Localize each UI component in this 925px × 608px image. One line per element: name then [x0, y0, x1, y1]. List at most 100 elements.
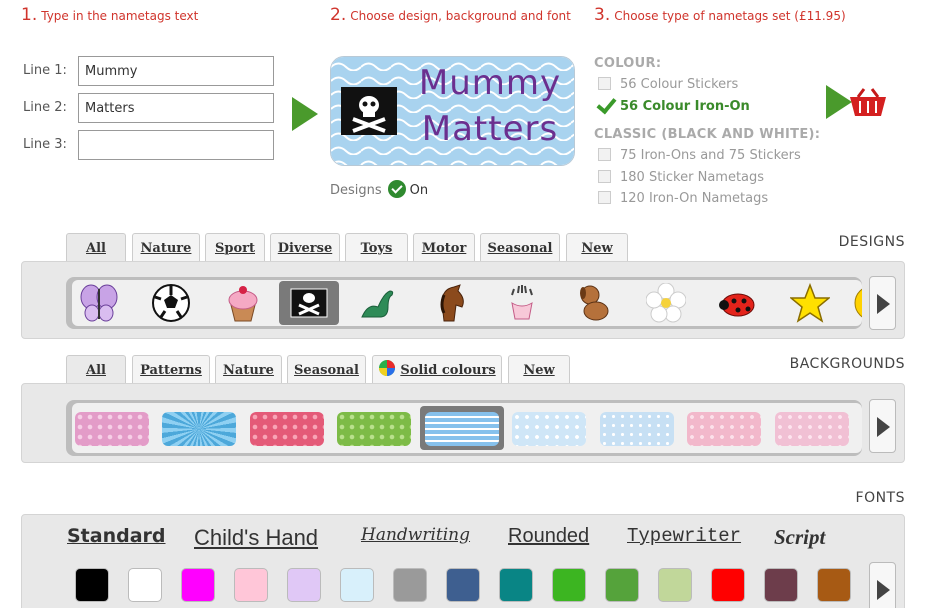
design-tab-motor[interactable]: Motor	[413, 233, 475, 263]
font-childs-hand[interactable]: Child's Hand	[194, 525, 318, 551]
design-pirate-flag[interactable]	[279, 281, 339, 325]
option-75-iron-ons-stickers[interactable]: 75 Iron-Ons and 75 Stickers	[598, 148, 801, 163]
background-tab-solid-colours[interactable]: Solid colours	[372, 355, 502, 385]
font-colour-swatch[interactable]	[552, 568, 586, 602]
background-blue-rays[interactable]	[162, 412, 236, 446]
design-dinosaur[interactable]	[348, 281, 408, 325]
option-56-colour-stickers[interactable]: 56 Colour Stickers	[598, 77, 738, 92]
design-smiley[interactable]	[842, 281, 862, 325]
line-2-label: Line 2:	[23, 100, 67, 115]
checkbox-icon	[598, 148, 611, 161]
background-pale-pink-hearts[interactable]	[687, 412, 761, 446]
design-tab-toys[interactable]: Toys	[345, 233, 408, 263]
step-2-heading: 2. Choose design, background and font	[330, 5, 571, 25]
background-tab-patterns[interactable]: Patterns	[132, 355, 210, 385]
designs-panel	[21, 261, 905, 339]
font-colour-swatch[interactable]	[658, 568, 692, 602]
font-colour-swatch[interactable]	[393, 568, 427, 602]
background-green-dots[interactable]	[337, 412, 411, 446]
font-colour-swatch[interactable]	[764, 568, 798, 602]
font-colour-swatch[interactable]	[181, 568, 215, 602]
background-tab-new[interactable]: New	[508, 355, 570, 385]
background-pink-hearts[interactable]	[75, 412, 149, 446]
fonts-next-button[interactable]	[869, 562, 896, 608]
cupcake-icon	[228, 286, 258, 322]
step-1-heading: 1. Type in the nametags text	[21, 5, 199, 25]
font-standard[interactable]: Standard	[67, 525, 166, 547]
font-colour-swatch[interactable]	[817, 568, 851, 602]
designs-strip	[66, 277, 862, 329]
checkbox-icon	[598, 191, 611, 204]
backgrounds-title: BACKGROUNDS	[789, 356, 905, 372]
line-3-input[interactable]	[78, 130, 274, 160]
checkbox-icon	[598, 170, 611, 183]
horse-icon	[440, 284, 464, 322]
backgrounds-strip	[66, 400, 862, 456]
option-180-sticker-nametags[interactable]: 180 Sticker Nametags	[598, 170, 764, 185]
font-typewriter[interactable]: Typewriter	[627, 525, 741, 547]
font-colour-swatch[interactable]	[340, 568, 374, 602]
design-tab-all[interactable]: All	[66, 233, 126, 263]
pirate-flag-icon	[341, 87, 397, 135]
checkmark-icon	[595, 98, 615, 112]
font-colour-swatch[interactable]	[711, 568, 745, 602]
arrow-right-icon	[292, 97, 318, 131]
design-football[interactable]	[141, 281, 201, 325]
design-butterfly[interactable]	[69, 281, 129, 325]
crown-icon	[511, 285, 533, 320]
background-tab-nature[interactable]: Nature	[215, 355, 282, 385]
design-tab-diverse[interactable]: Diverse	[270, 233, 340, 263]
background-pale-blue-dots[interactable]	[600, 412, 674, 446]
background-blue-waves[interactable]	[425, 412, 499, 446]
font-colour-swatch[interactable]	[128, 568, 162, 602]
design-horse[interactable]	[420, 281, 480, 325]
butterfly-icon	[80, 284, 118, 322]
line-2-input[interactable]	[78, 93, 274, 123]
design-tab-sport[interactable]: Sport	[205, 233, 265, 263]
line-1-label: Line 1:	[23, 63, 67, 78]
ladybird-icon	[719, 293, 755, 317]
add-to-basket-button[interactable]	[826, 84, 888, 120]
design-cupcake[interactable]	[213, 281, 273, 325]
font-colour-swatch[interactable]	[446, 568, 480, 602]
design-crown[interactable]	[492, 281, 552, 325]
font-colour-swatch[interactable]	[287, 568, 321, 602]
designs-next-button[interactable]	[869, 276, 896, 330]
design-tab-new[interactable]: New	[566, 233, 628, 263]
design-star[interactable]	[780, 281, 840, 325]
star-icon	[790, 283, 830, 323]
backgrounds-panel	[21, 383, 905, 463]
nametag-preview: Mummy Matters	[330, 56, 575, 166]
step-3-heading: 3. Choose type of nametags set (£11.95)	[594, 5, 846, 25]
font-handwriting[interactable]: Handwriting	[361, 525, 470, 545]
background-soft-pink[interactable]	[775, 412, 849, 446]
background-light-blue-dots[interactable]	[512, 412, 586, 446]
font-colour-swatch[interactable]	[234, 568, 268, 602]
dinosaur-icon	[361, 290, 394, 318]
design-dog[interactable]	[564, 281, 624, 325]
option-120-iron-on-nametags[interactable]: 120 Iron-On Nametags	[598, 191, 768, 206]
smiley-icon	[854, 288, 862, 318]
line-1-input[interactable]	[78, 56, 274, 86]
background-tab-seasonal[interactable]: Seasonal	[287, 355, 366, 385]
design-tab-nature[interactable]: Nature	[132, 233, 200, 263]
design-flower[interactable]	[636, 281, 696, 325]
designs-toggle[interactable]: Designs On	[330, 180, 428, 198]
dog-icon	[580, 285, 609, 321]
font-colour-swatch[interactable]	[75, 568, 109, 602]
checkbox-icon	[598, 77, 611, 90]
basket-icon	[850, 88, 886, 116]
pirate-flag-icon	[290, 288, 328, 318]
font-script[interactable]: Script	[774, 525, 825, 550]
background-tab-all[interactable]: All	[66, 355, 126, 385]
background-red-hearts[interactable]	[250, 412, 324, 446]
design-tab-seasonal[interactable]: Seasonal	[480, 233, 560, 263]
backgrounds-next-button[interactable]	[869, 399, 896, 453]
font-rounded[interactable]: Rounded	[508, 525, 589, 548]
font-colour-swatch[interactable]	[499, 568, 533, 602]
designs-title: DESIGNS	[838, 234, 905, 250]
design-ladybird[interactable]	[708, 281, 768, 325]
font-colour-swatch[interactable]	[605, 568, 639, 602]
option-56-colour-iron-on[interactable]: 56 Colour Iron-On	[595, 98, 750, 114]
nametag-builder: 1. Type in the nametags text 2. Choose des…	[0, 0, 925, 608]
